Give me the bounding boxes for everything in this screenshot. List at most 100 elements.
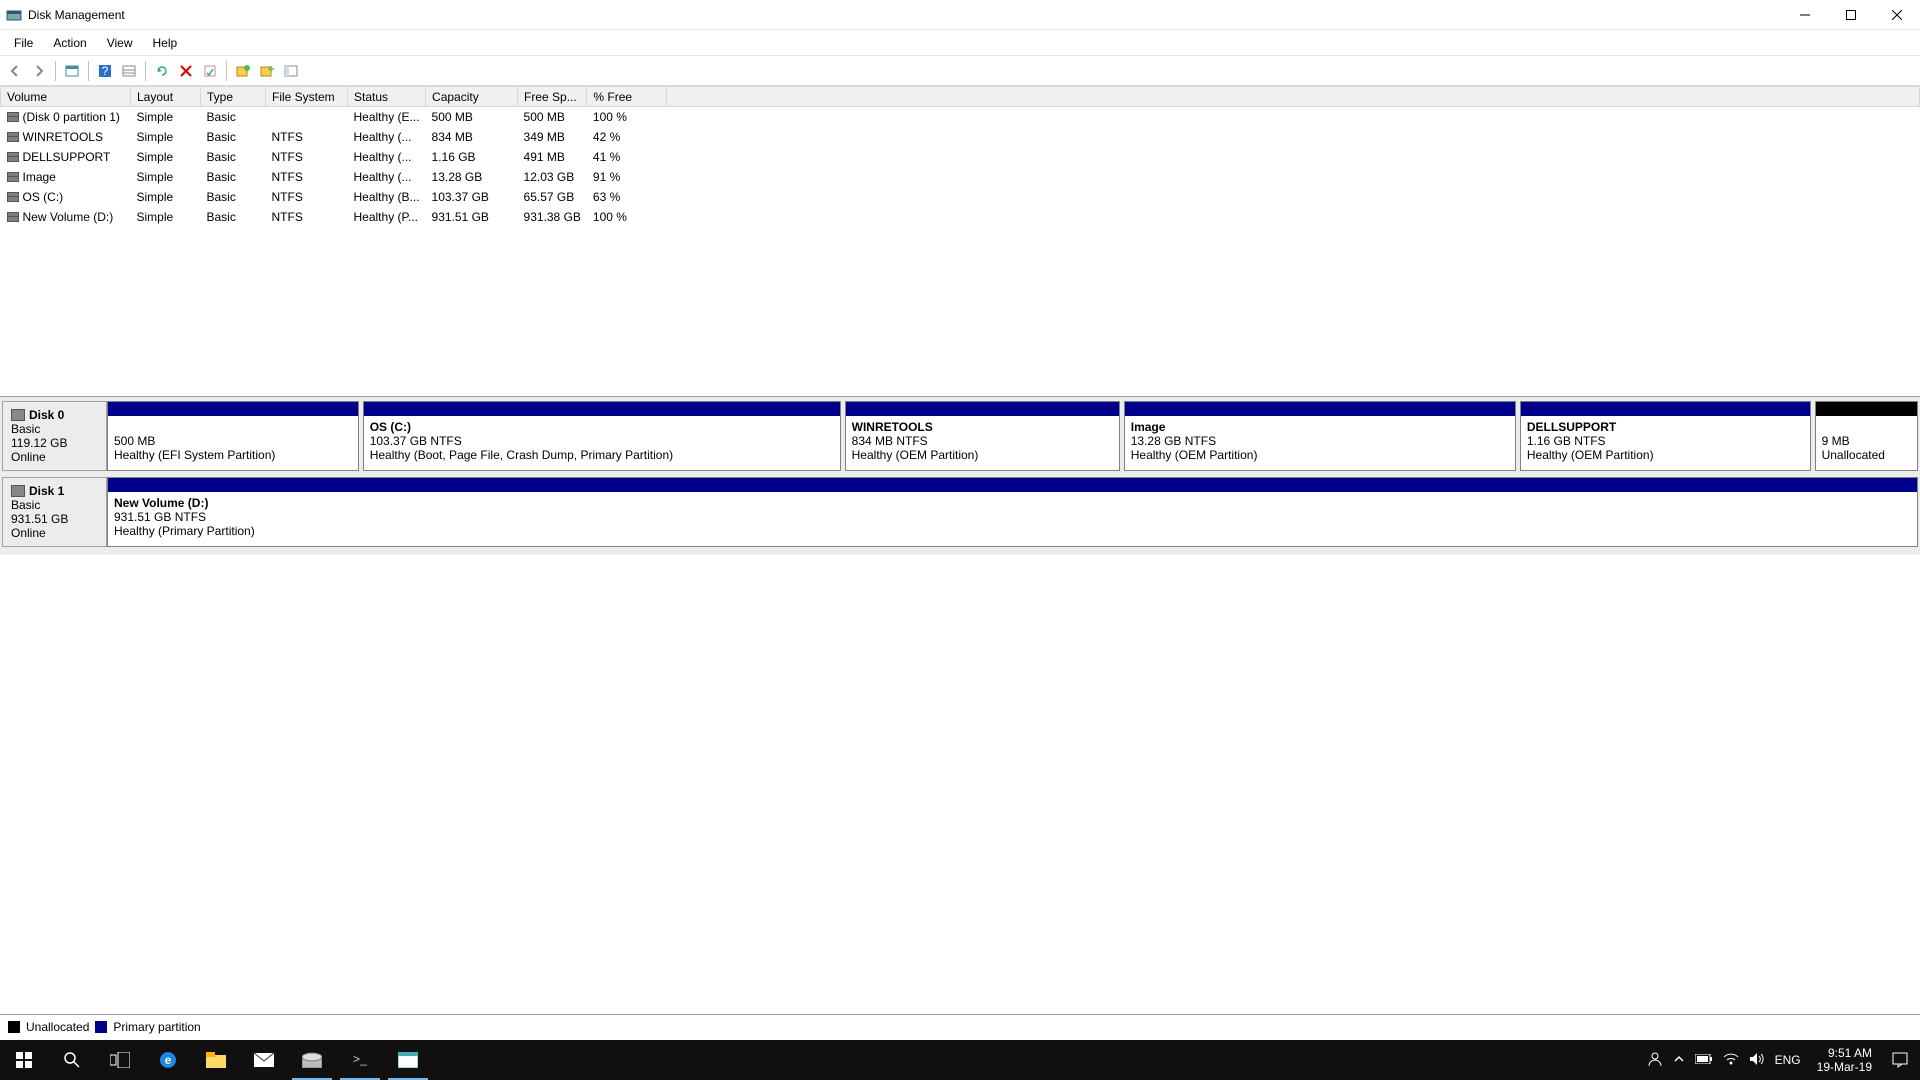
table-row[interactable]: Image Simple Basic NTFS Healthy (... 13.… bbox=[1, 167, 1920, 187]
vol-status: Healthy (P... bbox=[348, 207, 426, 227]
svg-text:e: e bbox=[165, 1053, 172, 1067]
col-status[interactable]: Status bbox=[348, 87, 426, 107]
partition-box[interactable]: 9 MB Unallocated bbox=[1815, 401, 1918, 471]
taskbar-mail[interactable] bbox=[240, 1040, 288, 1080]
back-icon[interactable] bbox=[4, 60, 26, 82]
menu-help[interactable]: Help bbox=[143, 32, 188, 54]
col-filesystem[interactable]: File System bbox=[266, 87, 348, 107]
toolbar-sep bbox=[55, 61, 56, 81]
table-row[interactable]: DELLSUPPORT Simple Basic NTFS Healthy (.… bbox=[1, 147, 1920, 167]
delete-icon[interactable] bbox=[175, 60, 197, 82]
more-actions-icon[interactable] bbox=[280, 60, 302, 82]
partition-size: 103.37 GB NTFS bbox=[370, 434, 834, 448]
maximize-button[interactable] bbox=[1828, 0, 1874, 30]
disk-row: Disk 1 Basic 931.51 GB Online New Volume… bbox=[2, 477, 1918, 547]
app-icon bbox=[6, 7, 22, 23]
col-layout[interactable]: Layout bbox=[131, 87, 201, 107]
battery-icon[interactable] bbox=[1695, 1053, 1713, 1067]
start-button[interactable] bbox=[0, 1040, 48, 1080]
minimize-button[interactable] bbox=[1782, 0, 1828, 30]
col-type[interactable]: Type bbox=[201, 87, 266, 107]
vol-capacity: 13.28 GB bbox=[426, 167, 518, 187]
partition-box[interactable]: DELLSUPPORT 1.16 GB NTFS Healthy (OEM Pa… bbox=[1520, 401, 1811, 471]
volume-icon[interactable] bbox=[1749, 1052, 1765, 1069]
partition-strip: 500 MB Healthy (EFI System Partition) OS… bbox=[107, 401, 1918, 471]
col-pctfree[interactable]: % Free bbox=[587, 87, 667, 107]
partition-box[interactable]: Image 13.28 GB NTFS Healthy (OEM Partiti… bbox=[1124, 401, 1516, 471]
partition-box[interactable]: OS (C:) 103.37 GB NTFS Healthy (Boot, Pa… bbox=[363, 401, 841, 471]
legend-swatch-unallocated bbox=[8, 1021, 20, 1033]
column-header-row[interactable]: Volume Layout Type File System Status Ca… bbox=[1, 87, 1920, 107]
table-row[interactable]: WINRETOOLS Simple Basic NTFS Healthy (..… bbox=[1, 127, 1920, 147]
settings-icon[interactable] bbox=[118, 60, 140, 82]
clock-time: 9:51 AM bbox=[1817, 1046, 1872, 1060]
search-icon[interactable] bbox=[48, 1040, 96, 1080]
taskbar-app[interactable] bbox=[384, 1040, 432, 1080]
taskbar-edge[interactable]: e bbox=[144, 1040, 192, 1080]
disk-info[interactable]: Disk 0 Basic 119.12 GB Online bbox=[2, 401, 107, 471]
legend-unallocated: Unallocated bbox=[26, 1020, 89, 1034]
language-indicator[interactable]: ENG bbox=[1775, 1053, 1801, 1067]
partition-header bbox=[1521, 402, 1810, 416]
vol-capacity: 1.16 GB bbox=[426, 147, 518, 167]
partition-status: Healthy (OEM Partition) bbox=[1131, 448, 1509, 462]
partition-box[interactable]: New Volume (D:) 931.51 GB NTFS Healthy (… bbox=[107, 477, 1918, 547]
table-row[interactable]: (Disk 0 partition 1) Simple Basic Health… bbox=[1, 107, 1920, 128]
task-view-icon[interactable] bbox=[96, 1040, 144, 1080]
menu-view[interactable]: View bbox=[97, 32, 143, 54]
col-free[interactable]: Free Sp... bbox=[518, 87, 587, 107]
menu-file[interactable]: File bbox=[4, 32, 43, 54]
taskbar-disk-management[interactable] bbox=[288, 1040, 336, 1080]
toolbar: ? bbox=[0, 56, 1920, 86]
vol-capacity: 500 MB bbox=[426, 107, 518, 128]
help-icon[interactable]: ? bbox=[94, 60, 116, 82]
vol-capacity: 103.37 GB bbox=[426, 187, 518, 207]
create-vhd-icon[interactable] bbox=[232, 60, 254, 82]
partition-status: Healthy (OEM Partition) bbox=[1527, 448, 1804, 462]
svg-text:?: ? bbox=[102, 64, 109, 78]
vol-pct: 41 % bbox=[587, 147, 667, 167]
volume-icon bbox=[7, 112, 19, 122]
legend-swatch-primary bbox=[95, 1021, 107, 1033]
vol-fs: NTFS bbox=[266, 187, 348, 207]
taskbar[interactable]: e >_ ENG 9:51 AM 19-Mar-19 bbox=[0, 1040, 1920, 1080]
menu-action[interactable]: Action bbox=[43, 32, 96, 54]
col-volume[interactable]: Volume bbox=[1, 87, 131, 107]
volume-icon bbox=[7, 172, 19, 182]
properties-icon[interactable] bbox=[199, 60, 221, 82]
show-hide-console-tree-icon[interactable] bbox=[61, 60, 83, 82]
vol-capacity: 834 MB bbox=[426, 127, 518, 147]
partition-header bbox=[108, 402, 358, 416]
taskbar-cmd[interactable]: >_ bbox=[336, 1040, 384, 1080]
refresh-icon[interactable] bbox=[151, 60, 173, 82]
action-center-icon[interactable] bbox=[1880, 1040, 1920, 1080]
forward-icon[interactable] bbox=[28, 60, 50, 82]
vol-name: (Disk 0 partition 1) bbox=[23, 110, 120, 124]
taskbar-file-explorer[interactable] bbox=[192, 1040, 240, 1080]
partition-name: New Volume (D:) bbox=[114, 496, 1911, 510]
disk-info[interactable]: Disk 1 Basic 931.51 GB Online bbox=[2, 477, 107, 547]
wifi-icon[interactable] bbox=[1723, 1053, 1739, 1068]
vol-name: DELLSUPPORT bbox=[23, 150, 111, 164]
vol-pct: 42 % bbox=[587, 127, 667, 147]
vol-free: 12.03 GB bbox=[518, 167, 587, 187]
disk-status: Online bbox=[11, 450, 102, 464]
people-icon[interactable] bbox=[1647, 1051, 1663, 1070]
attach-vhd-icon[interactable] bbox=[256, 60, 278, 82]
vol-free: 65.57 GB bbox=[518, 187, 587, 207]
table-row[interactable]: New Volume (D:) Simple Basic NTFS Health… bbox=[1, 207, 1920, 227]
col-capacity[interactable]: Capacity bbox=[426, 87, 518, 107]
vol-fs: NTFS bbox=[266, 207, 348, 227]
close-button[interactable] bbox=[1874, 0, 1920, 30]
clock[interactable]: 9:51 AM 19-Mar-19 bbox=[1809, 1046, 1880, 1074]
vol-name: WINRETOOLS bbox=[23, 130, 103, 144]
tray-chevron-up-icon[interactable] bbox=[1673, 1053, 1685, 1068]
table-row[interactable]: OS (C:) Simple Basic NTFS Healthy (B... … bbox=[1, 187, 1920, 207]
partition-box[interactable]: 500 MB Healthy (EFI System Partition) bbox=[107, 401, 359, 471]
partition-name: OS (C:) bbox=[370, 420, 834, 434]
vol-type: Basic bbox=[201, 187, 266, 207]
system-tray[interactable]: ENG bbox=[1647, 1051, 1809, 1070]
partition-box[interactable]: WINRETOOLS 834 MB NTFS Healthy (OEM Part… bbox=[845, 401, 1120, 471]
vol-type: Basic bbox=[201, 107, 266, 128]
volume-list[interactable]: Volume Layout Type File System Status Ca… bbox=[0, 86, 1920, 396]
